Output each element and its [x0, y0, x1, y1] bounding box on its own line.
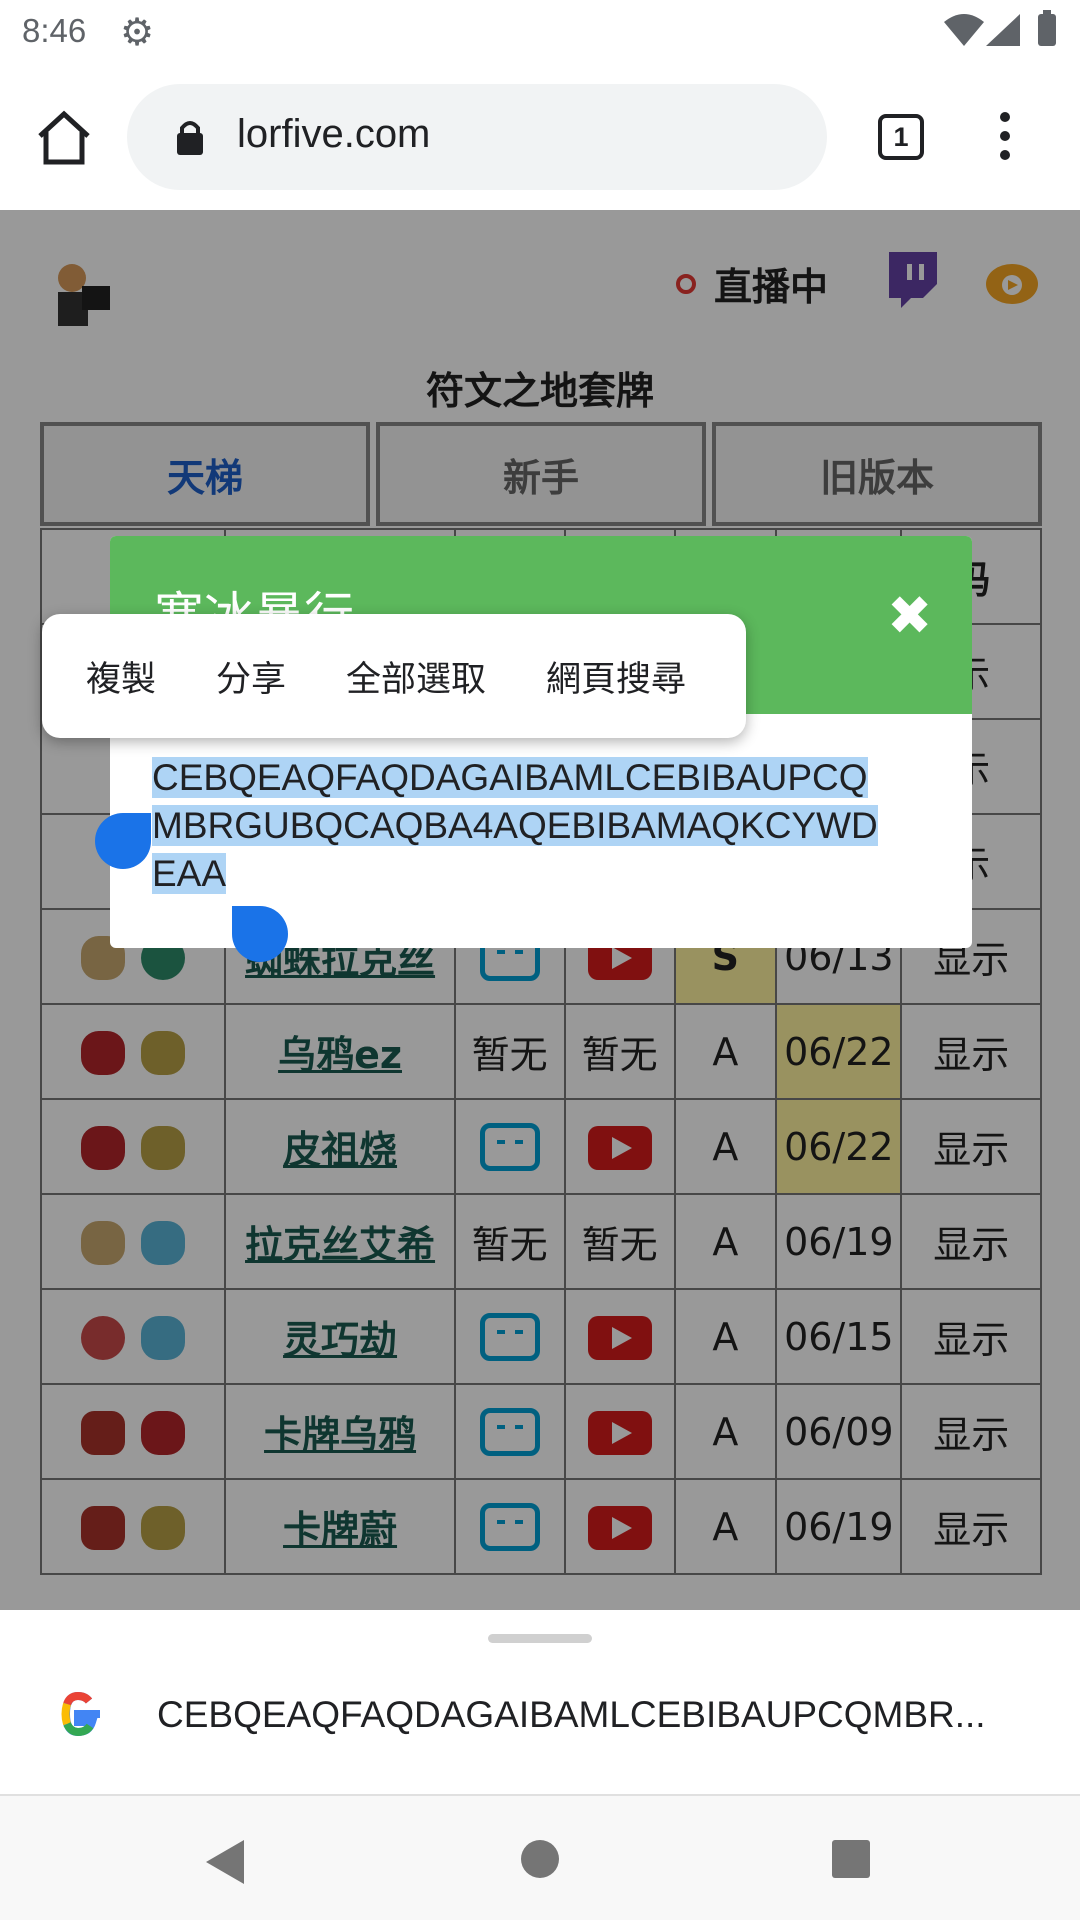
home-icon[interactable] — [32, 106, 96, 170]
web-search-menu-item[interactable]: 網頁搜尋 — [546, 651, 686, 702]
select-all-menu-item[interactable]: 全部選取 — [346, 651, 486, 702]
close-icon[interactable]: ✖ — [887, 584, 932, 647]
code-line-3: EAA — [152, 853, 227, 894]
wifi-icon — [944, 14, 984, 46]
system-nav-bar — [0, 1794, 1080, 1920]
code-line-1: CEBQEAQFAQDAGAIBAMLCEBIBAUPCQ — [152, 757, 868, 798]
settings-gear-icon: ⚙ — [120, 10, 155, 54]
lock-icon — [177, 121, 203, 155]
deck-code-text[interactable]: CEBQEAQFAQDAGAIBAMLCEBIBAUPCQ MBRGUBQCAQ… — [152, 754, 942, 898]
status-time: 8:46 — [22, 12, 87, 49]
address-bar[interactable]: lorfive.com — [127, 84, 827, 190]
home-circle-icon[interactable] — [521, 1840, 559, 1878]
text-selection-menu: 複製 分享 全部選取 網頁搜尋 — [42, 614, 746, 738]
sheet-drag-handle[interactable] — [488, 1634, 592, 1643]
search-query: CEBQEAQFAQDAGAIBAMLCEBIBAUPCQMBR... — [157, 1694, 986, 1735]
selection-start-handle[interactable] — [95, 813, 151, 869]
contextual-search-sheet[interactable]: CEBQEAQFAQDAGAIBAMLCEBIBAUPCQMBR... — [0, 1612, 1080, 1794]
selection-end-handle[interactable] — [232, 906, 288, 962]
google-icon — [61, 1691, 100, 1737]
browser-toolbar: lorfive.com 1 — [0, 66, 1080, 210]
url-text: lorfive.com — [237, 112, 431, 156]
signal-icon — [986, 14, 1020, 46]
overflow-menu-icon[interactable] — [995, 112, 1015, 168]
copy-menu-item[interactable]: 複製 — [86, 651, 156, 702]
deck-code-modal: 寒冰暴行 ✖ CEBQEAQFAQDAGAIBAMLCEBIBAUPCQ MBR… — [110, 536, 972, 948]
back-icon[interactable] — [206, 1840, 244, 1884]
share-menu-item[interactable]: 分享 — [216, 651, 286, 702]
code-line-2: MBRGUBQCAQBA4AQEBIBAMAQKCYWD — [152, 805, 878, 846]
battery-icon — [1038, 10, 1056, 46]
tab-switcher-button[interactable]: 1 — [878, 114, 924, 160]
recents-icon[interactable] — [832, 1840, 870, 1878]
status-bar: 8:46 ⚙ — [0, 0, 1080, 66]
